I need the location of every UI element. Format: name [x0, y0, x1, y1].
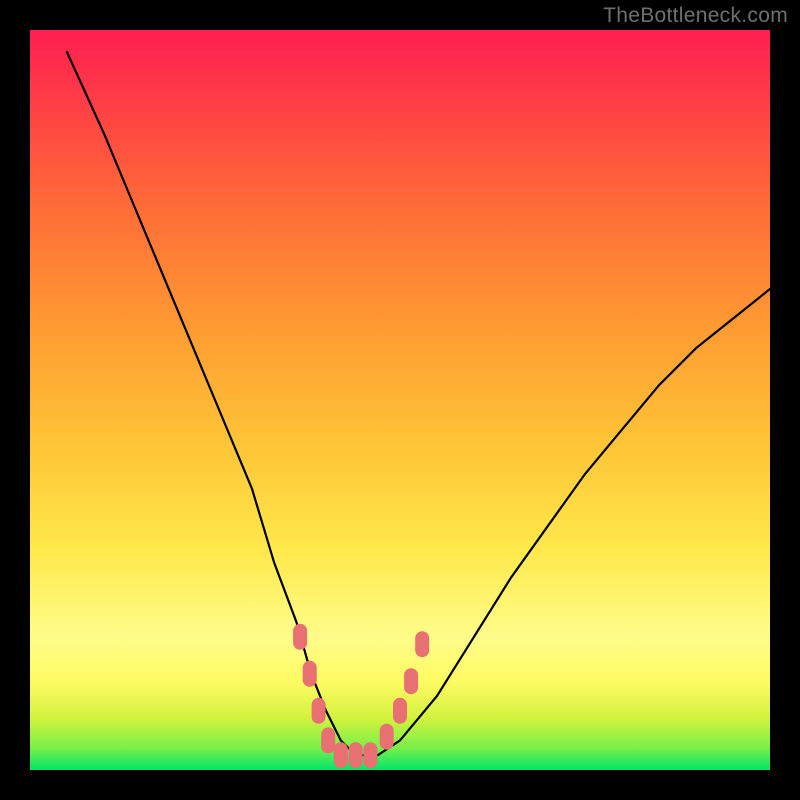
marker-dot [415, 631, 429, 657]
marker-dot [334, 742, 348, 768]
marker-dot [349, 742, 363, 768]
marker-dot [312, 698, 326, 724]
marker-dot [363, 742, 377, 768]
marker-dot [393, 698, 407, 724]
chart-gradient-panel [30, 30, 770, 770]
marker-dot [303, 661, 317, 687]
marker-dot [380, 724, 394, 750]
marker-dot [293, 624, 307, 650]
marker-dot [321, 727, 335, 753]
bottleneck-chart [0, 0, 800, 800]
marker-dot [404, 668, 418, 694]
chart-stage: TheBottleneck.com [0, 0, 800, 800]
watermark-text: TheBottleneck.com [603, 4, 788, 28]
